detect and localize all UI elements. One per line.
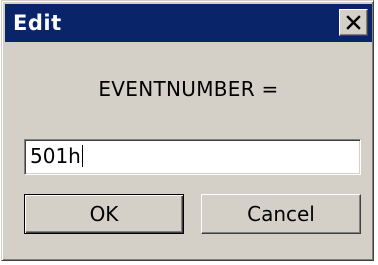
edit-dialog: Edit EVENTNUMBER = 501h OK Cancel [1, 0, 374, 261]
value-text: 501h [30, 144, 81, 168]
ok-button-label: OK [89, 202, 119, 226]
cancel-button[interactable]: Cancel [201, 194, 361, 234]
prompt-label: EVENTNUMBER = [98, 77, 279, 101]
ok-button[interactable]: OK [24, 194, 184, 234]
close-icon [346, 15, 361, 30]
close-button[interactable] [339, 9, 368, 36]
window-title: Edit [13, 11, 62, 35]
title-bar[interactable]: Edit [5, 4, 372, 42]
cancel-button-label: Cancel [247, 202, 315, 226]
value-input[interactable]: 501h [24, 139, 361, 175]
text-caret [81, 145, 83, 167]
